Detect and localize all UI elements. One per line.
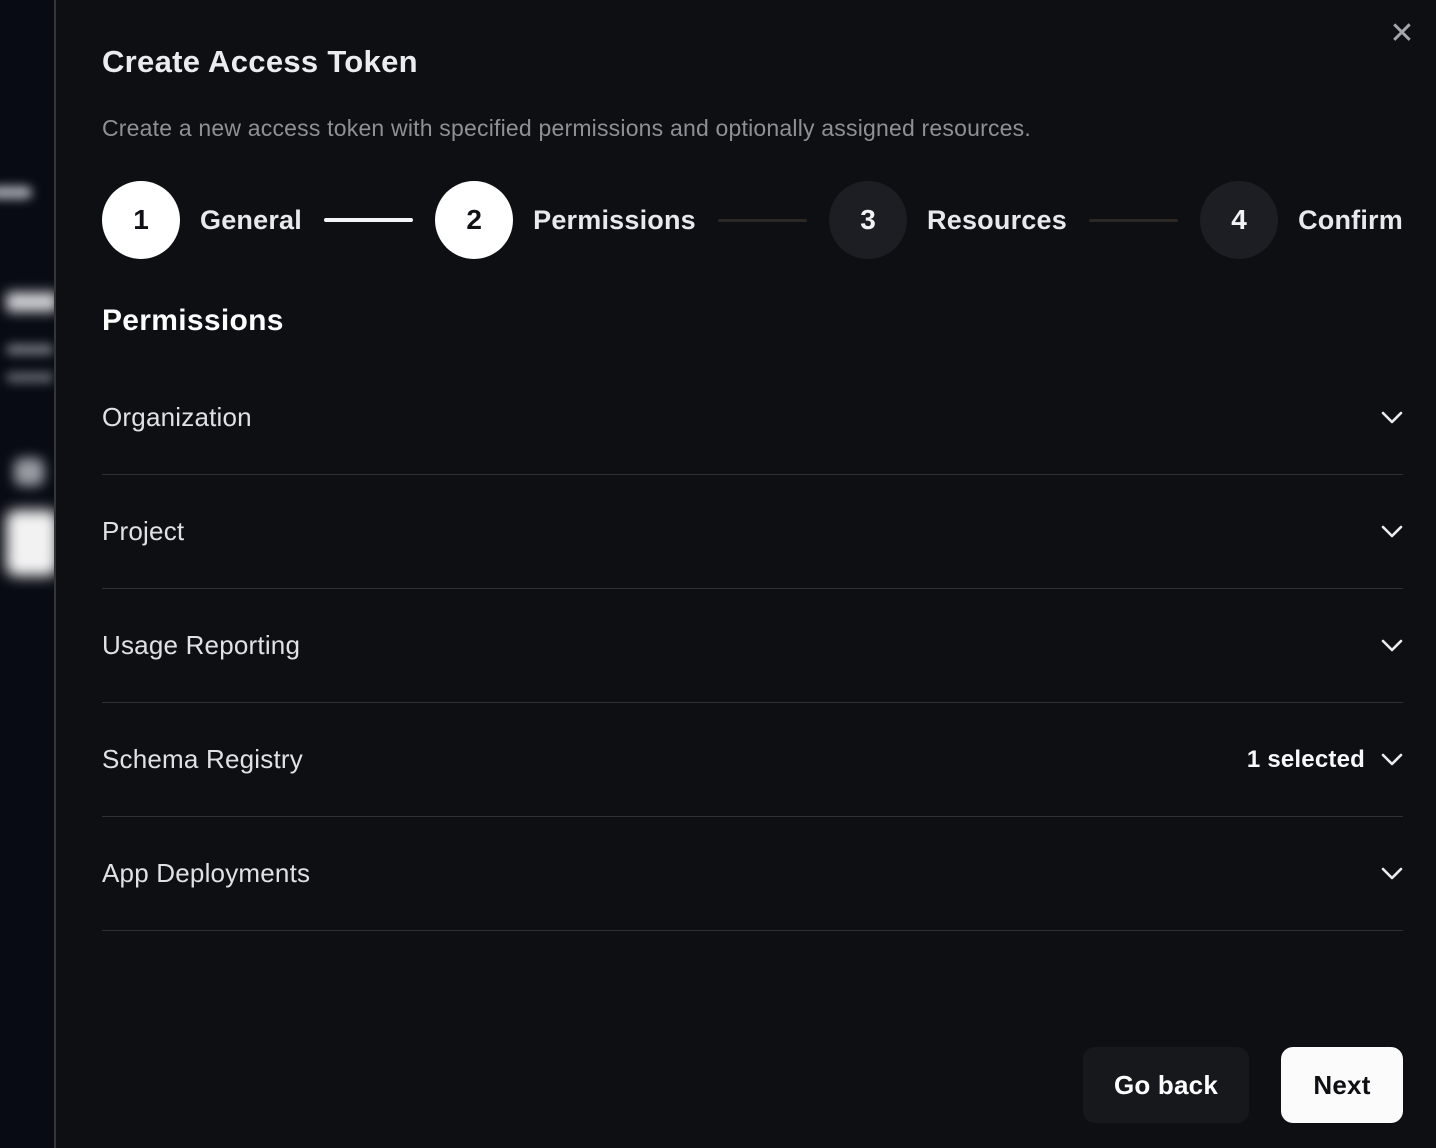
blurred-sidebar-item <box>6 344 54 355</box>
permissions-section-heading: Permissions <box>102 304 1403 338</box>
accordion-label: Schema Registry <box>102 744 1247 775</box>
accordion-item-app-deployments[interactable]: App Deployments <box>102 817 1403 931</box>
stepper-connector <box>324 218 413 222</box>
selected-count-badge: 1 selected <box>1247 746 1365 774</box>
step-general-label: General <box>200 205 302 236</box>
stepper-connector <box>1089 219 1178 222</box>
step-confirm[interactable]: 4 Confirm <box>1200 181 1403 259</box>
step-confirm-label: Confirm <box>1298 205 1403 236</box>
accordion-item-project[interactable]: Project <box>102 475 1403 589</box>
modal-title: Create Access Token <box>102 0 1403 80</box>
blurred-sidebar-item <box>6 372 54 383</box>
blurred-sidebar-item <box>0 186 32 199</box>
step-permissions[interactable]: 2 Permissions <box>435 181 696 259</box>
modal-footer: Go back Next <box>1083 1047 1403 1123</box>
close-icon[interactable]: ✕ <box>1380 12 1424 56</box>
wizard-stepper: 1 General 2 Permissions 3 Resources 4 Co… <box>102 180 1403 260</box>
stepper-connector <box>718 219 807 222</box>
step-resources-number: 3 <box>829 181 907 259</box>
create-access-token-modal: ✕ Create Access Token Create a new acces… <box>54 0 1436 1148</box>
modal-subtitle: Create a new access token with specified… <box>102 115 1403 142</box>
accordion-label: Usage Reporting <box>102 630 1381 661</box>
accordion-item-usage-reporting[interactable]: Usage Reporting <box>102 589 1403 703</box>
step-resources-label: Resources <box>927 205 1067 236</box>
step-general[interactable]: 1 General <box>102 181 302 259</box>
next-button[interactable]: Next <box>1281 1047 1403 1123</box>
blurred-sidebar-icon <box>14 458 44 486</box>
accordion-item-schema-registry[interactable]: Schema Registry 1 selected <box>102 703 1403 817</box>
chevron-down-icon <box>1381 753 1403 766</box>
chevron-down-icon <box>1381 867 1403 880</box>
go-back-button[interactable]: Go back <box>1083 1047 1249 1123</box>
accordion-label: App Deployments <box>102 858 1381 889</box>
accordion-label: Organization <box>102 402 1381 433</box>
blurred-sidebar-logo <box>6 510 54 576</box>
chevron-down-icon <box>1381 525 1403 538</box>
step-confirm-number: 4 <box>1200 181 1278 259</box>
step-resources[interactable]: 3 Resources <box>829 181 1067 259</box>
chevron-down-icon <box>1381 639 1403 652</box>
step-general-number: 1 <box>102 181 180 259</box>
accordion-item-organization[interactable]: Organization <box>102 361 1403 475</box>
step-permissions-number: 2 <box>435 181 513 259</box>
chevron-down-icon <box>1381 411 1403 424</box>
accordion-label: Project <box>102 516 1381 547</box>
permissions-accordion: Organization Project Usage Reporting <box>102 361 1403 931</box>
blurred-sidebar-item <box>6 292 54 312</box>
step-permissions-label: Permissions <box>533 205 696 236</box>
app-background-sidebar <box>0 0 54 1148</box>
